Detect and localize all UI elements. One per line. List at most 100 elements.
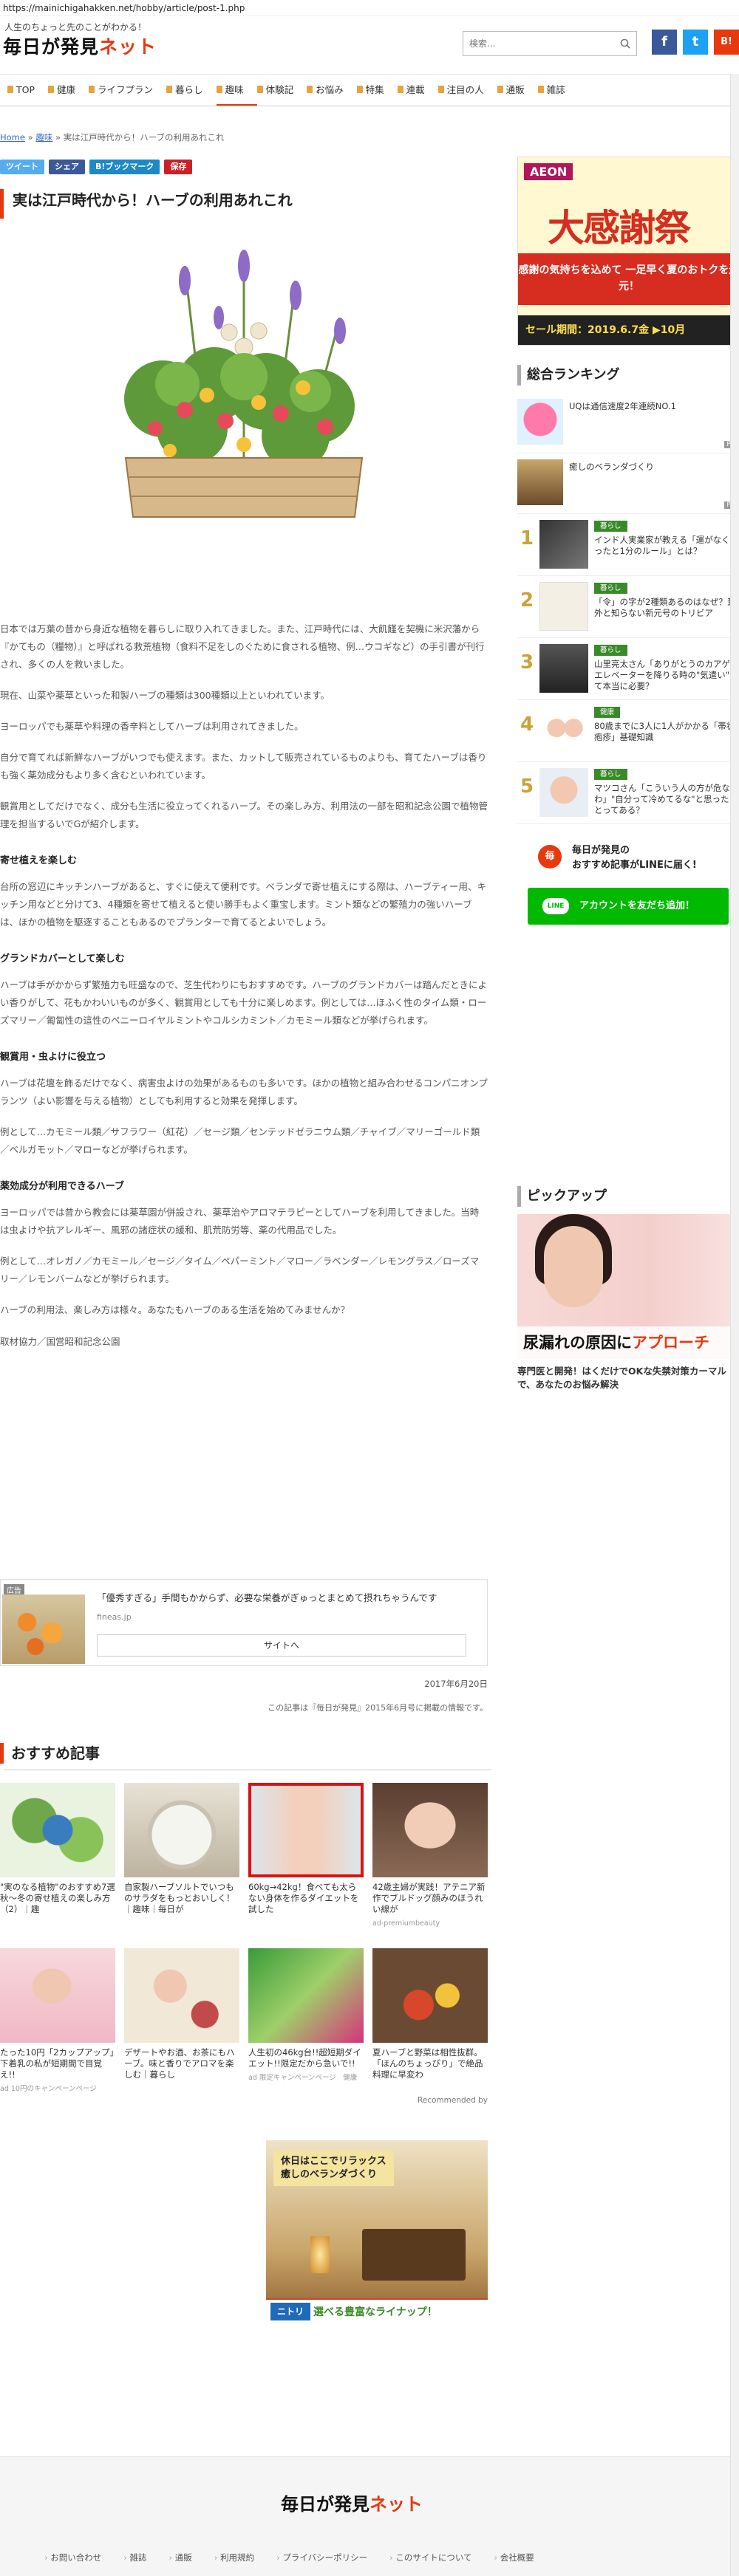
hatena-icon[interactable]: B!: [714, 30, 739, 55]
rank-thumbnail[interactable]: [539, 768, 588, 817]
ranking-item[interactable]: 1 暮らし インド人実業家が教える「運がなくなったと1分のルール」とは？: [517, 514, 739, 576]
card-image[interactable]: [0, 1948, 115, 2043]
card-title[interactable]: 自家製ハーブソルトでいつものサラダをもっとおいしく！｜趣味｜毎日が: [124, 1882, 239, 1915]
aeon-ad[interactable]: AEON 大感謝祭 感謝の気持ちを込めて 一足早く夏のおトクを還元！ セール期間…: [517, 157, 739, 346]
section-heading: 観賞用・虫よけに役立つ: [0, 1052, 106, 1063]
card-title[interactable]: 人生初の46kg台!!超短期ダイエット!!限定だから急いで!!: [248, 2047, 364, 2069]
line-add-friend-button[interactable]: アカウントを友だち追加！: [528, 888, 729, 925]
card-title[interactable]: 夏ハーブと野菜は相性抜群。「ほんのちょっぴり」で絶品料理に早変わ: [372, 2047, 488, 2080]
pr-thumbnail[interactable]: [517, 459, 563, 505]
nav-hobby[interactable]: 趣味: [216, 75, 257, 106]
pickup-caption[interactable]: 専門医と開発！はくだけでOKな失禁対策カーマルで、あなたのお悩み解決: [517, 1365, 739, 1391]
rank-title[interactable]: 山里亮太さん「ありがとうのカアゲ」エレベーターを降りる時の"気遣い"って本当に必…: [594, 659, 739, 692]
rank-title[interactable]: マツコさん「こういう人の方が危ないわ」"自分って冷めてるな"と思ったことってある…: [594, 783, 739, 816]
article-paragraph: 現在、山菜や薬草といった和製ハーブの種類は300種類以上といわれています。: [0, 690, 330, 701]
ad2-brand-logo: ニトリ: [270, 2303, 310, 2320]
breadcrumb-home[interactable]: Home: [0, 132, 25, 143]
card-title[interactable]: "実のなる植物"のおすすめ7選 秋〜冬の寄せ植えの楽しみ方（2）｜趣: [0, 1882, 115, 1915]
nav-lifeplan[interactable]: ライフプラン: [89, 75, 166, 106]
recommend-card[interactable]: 人生初の46kg台!!超短期ダイエット!!限定だから急いで!! ad 限定キャンペ…: [248, 1948, 364, 2103]
card-title[interactable]: 60kg→42kg！食べても太らない身体を作るダイエットを試した: [248, 1882, 364, 1915]
rank-thumbnail[interactable]: [539, 582, 588, 631]
ad-visit-button[interactable]: サイトへ: [97, 1634, 466, 1657]
facebook-share-button[interactable]: シェア: [49, 160, 85, 174]
rank-thumbnail[interactable]: [539, 520, 588, 569]
facebook-icon[interactable]: f: [652, 30, 677, 55]
nav-feature[interactable]: 特集: [356, 75, 398, 106]
tweet-button[interactable]: ツイート: [0, 160, 44, 174]
scrollbar[interactable]: [730, 74, 739, 2576]
address-bar[interactable]: https://mainichigahakken.net/hobby/artic…: [0, 0, 739, 16]
ranking-item[interactable]: 2 暮らし 「令」の字が2種類あるのはなぜ？意外と知らない新元号のトリビア: [517, 576, 739, 638]
section-text: ハーブの利用法、楽しみ方は様々。あなたもハーブのある生活を始めてみませんか？: [0, 1304, 350, 1315]
card-image[interactable]: [248, 1948, 364, 2043]
card-title[interactable]: デザートやお酒、お茶にもハーブ。味と香りでアロマを楽しむ｜暮らし: [124, 2047, 239, 2080]
pinterest-save-button[interactable]: 保存: [164, 160, 193, 174]
pr-title[interactable]: UQは通信速度2年連続NO.1: [569, 401, 676, 411]
nav-top[interactable]: TOP: [7, 75, 48, 106]
pr-thumbnail[interactable]: [517, 399, 563, 445]
search-input[interactable]: [463, 32, 611, 55]
recommend-card[interactable]: 42歳主婦が実践！アテニア新作でブルドッグ顔みのほうれい線が ad-premium…: [372, 1783, 488, 1938]
pr-title[interactable]: 癒しのベランダづくり: [569, 462, 654, 472]
ranking-pr-item[interactable]: 癒しのベランダづくりPR: [517, 453, 739, 514]
breadcrumb-category[interactable]: 趣味: [35, 132, 52, 143]
recommend-card[interactable]: デザートやお酒、お茶にもハーブ。味と香りでアロマを楽しむ｜暮らし: [124, 1948, 239, 2103]
rank-thumbnail[interactable]: [539, 644, 588, 693]
recommend-card[interactable]: "実のなる植物"のおすすめ7選 秋〜冬の寄せ植えの楽しみ方（2）｜趣: [0, 1783, 115, 1938]
ranking-item[interactable]: 3 暮らし 山里亮太さん「ありがとうのカアゲ」エレベーターを降りる時の"気遣い"って…: [517, 638, 739, 700]
footer-link-terms[interactable]: 利用規約: [214, 2552, 254, 2563]
footer-link-shop[interactable]: 通販: [169, 2552, 192, 2563]
rank-title[interactable]: 「令」の字が2種類あるのはなぜ？意外と知らない新元号のトリビア: [594, 597, 739, 619]
rank-category-badge: 健康: [594, 707, 621, 718]
nav-people[interactable]: 注目の人: [437, 75, 497, 106]
card-image[interactable]: [0, 1783, 115, 1877]
footer-link-privacy[interactable]: プライバシーポリシー: [276, 2552, 367, 2563]
recommend-card[interactable]: たった10円「2カップアップ」下着乳の私が短期間で目覚え!! ad 10円のキャン…: [0, 1948, 115, 2103]
nav-worries[interactable]: お悩み: [307, 75, 357, 106]
section-heading: 寄せ植えを楽しむ: [0, 855, 78, 866]
card-image[interactable]: [372, 1783, 488, 1877]
card-image[interactable]: [124, 1948, 239, 2043]
rank-thumbnail[interactable]: [539, 706, 588, 755]
ranking-item[interactable]: 5 暮らし マツコさん「こういう人の方が危ないわ」"自分って冷めてるな"と思ったこと…: [517, 762, 739, 824]
card-title[interactable]: たった10円「2カップアップ」下着乳の私が短期間で目覚え!!: [0, 2047, 115, 2080]
nav-series[interactable]: 連載: [397, 75, 438, 106]
search-box[interactable]: [463, 31, 637, 56]
ad-thumbnail[interactable]: [2, 1594, 85, 1664]
pickup-image[interactable]: 尿漏れの原因にアプローチ: [517, 1214, 739, 1359]
nav-health[interactable]: 健康: [48, 75, 89, 106]
card-image[interactable]: [372, 1948, 488, 2043]
hatena-bookmark-button[interactable]: B!ブックマーク: [89, 160, 160, 174]
rank-title[interactable]: インド人実業家が教える「運がなくなったと1分のルール」とは？: [594, 535, 739, 557]
section-heading: 薬効成分が利用できるハーブ: [0, 1181, 124, 1192]
ad2-headline[interactable]: 休日はここでリラックス 癒しのベランダづくり: [273, 2151, 394, 2186]
nav-shop[interactable]: 通販: [497, 75, 538, 106]
footer-link-about[interactable]: このサイトについて: [389, 2552, 471, 2563]
ranking-pr-item[interactable]: UQは通信速度2年連続NO.1PR: [517, 393, 739, 453]
section-text: ハーブは手がかからず繁殖力も旺盛なので、芝生代わりにもおすすめです。ハーブのグラ…: [0, 979, 488, 1026]
nav-living[interactable]: 暮らし: [166, 75, 217, 106]
nav-experience[interactable]: 体験記: [256, 75, 307, 106]
native-ad[interactable]: 広告 「優秀すぎる」手間もかからず、必要な栄養がぎゅっとまとめて摂れちゃうんです…: [0, 1579, 488, 1666]
footer-link-company[interactable]: 会社概要: [494, 2552, 534, 2563]
card-image[interactable]: [248, 1783, 364, 1877]
recommend-card[interactable]: 夏ハーブと野菜は相性抜群。「ほんのちょっぴり」で絶品料理に早変わ: [372, 1948, 488, 2103]
footer-logo[interactable]: 毎日が発見ネット: [281, 2490, 423, 2515]
footer-link-magazine[interactable]: 雑誌: [123, 2552, 147, 2563]
twitter-icon[interactable]: t: [683, 30, 708, 55]
recommend-card[interactable]: 60kg→42kg！食べても太らない身体を作るダイエットを試した: [248, 1783, 364, 1938]
recommend-card[interactable]: 自家製ハーブソルトでいつものサラダをもっとおいしく！｜趣味｜毎日が: [124, 1783, 239, 1938]
nav-magazine[interactable]: 雑誌: [537, 75, 579, 106]
footer-link-contact[interactable]: お問い合わせ: [44, 2552, 101, 2563]
ad-title[interactable]: 「優秀すぎる」手間もかからず、必要な栄養がぎゅっとまとめて摂れちゃうんです: [97, 1590, 437, 1604]
recommended-by: Recommended by: [0, 2096, 488, 2105]
rank-category-badge: 暮らし: [594, 583, 627, 594]
search-icon[interactable]: [620, 38, 630, 49]
ranking-item[interactable]: 4 健康 80歳までに3人に1人がかかる「帯状疱疹」基礎知識: [517, 700, 739, 762]
card-title[interactable]: 42歳主婦が実践！アテニア新作でブルドッグ顔みのほうれい線が: [372, 1882, 488, 1915]
rank-title[interactable]: 80歳までに3人に1人がかかる「帯状疱疹」基礎知識: [594, 721, 739, 743]
site-logo[interactable]: 毎日が発見ネット: [3, 32, 157, 59]
nitori-ad[interactable]: 休日はここでリラックス 癒しのベランダづくり 選べる豊富なライナップ！ ニトリ: [266, 2140, 488, 2325]
card-image[interactable]: [124, 1783, 239, 1877]
